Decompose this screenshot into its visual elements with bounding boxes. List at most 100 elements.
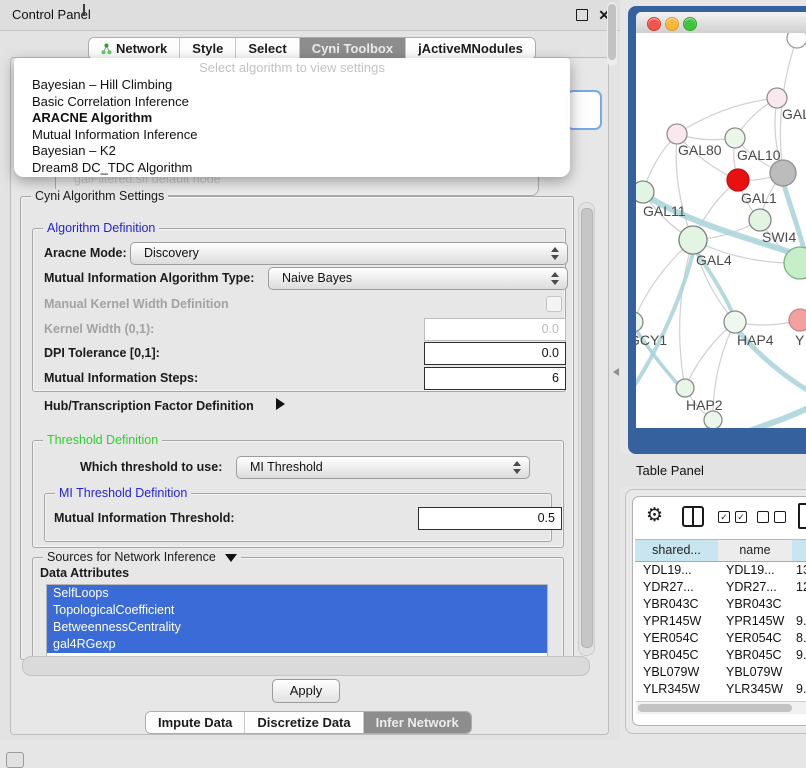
table-row[interactable]: YDL19...YDL19...13	[635, 562, 806, 579]
settings-scrollbar[interactable]	[578, 202, 595, 656]
mac-minimize-button[interactable]	[665, 17, 679, 31]
tab-network[interactable]: Network	[89, 38, 180, 59]
algorithm-options-list: Bayesian – Hill ClimbingBasic Correlatio…	[18, 77, 566, 176]
kernel-width-field[interactable]: 0.0	[424, 318, 566, 341]
table-cell: YBR043C	[726, 596, 792, 613]
network-window-titlebar[interactable]	[636, 12, 806, 34]
mac-close-button[interactable]	[647, 17, 661, 31]
node-label-gal80: GAL80	[678, 142, 722, 158]
attributes-scrollbar-thumb[interactable]	[608, 4, 616, 60]
partial-corner-button[interactable]	[6, 752, 24, 768]
tab-label: Infer Network	[376, 715, 459, 730]
table-row[interactable]: YBR045CYBR045C9.	[635, 647, 806, 664]
tab-discretize-data[interactable]: Discretize Data	[245, 712, 363, 733]
combo-arrows-icon	[513, 460, 521, 475]
table-cell: YDR27...	[643, 579, 715, 596]
table-scrollbar-thumb[interactable]	[638, 704, 792, 712]
attribute-item-topologicalcoefficient[interactable]: TopologicalCoefficient	[47, 602, 547, 619]
mi-threshold-field[interactable]: 0.5	[418, 507, 562, 530]
tab-label: jActiveMNodules	[418, 41, 523, 56]
aracne-mode-combo[interactable]: Discovery	[130, 242, 568, 265]
node-gal[interactable]	[767, 88, 787, 108]
node-swi4[interactable]	[749, 209, 771, 231]
algorithm-option-mutual-information-inference[interactable]: Mutual Information Inference	[18, 127, 566, 144]
tab-infer-network[interactable]: Infer Network	[364, 712, 471, 733]
sources-group-title: Sources for Network Inference	[43, 550, 241, 564]
sources-title-text: Sources for Network Inference	[47, 550, 216, 564]
attribute-item-gal4rgexp[interactable]: gal4RGexp	[47, 636, 547, 653]
document-icon[interactable]	[798, 503, 806, 529]
node-gcy1[interactable]	[636, 312, 643, 332]
control-panel-tabs: Network StyleSelect Cyni Toolbox jActiveMNo…	[88, 37, 536, 60]
node-hap4[interactable]	[724, 311, 746, 333]
table-cell: YPR145W	[726, 613, 792, 630]
apply-button[interactable]: Apply	[272, 679, 340, 703]
select-all-checkboxes-icon[interactable]: ✓ ✓	[718, 511, 747, 523]
inference-algorithm-combo-fragment[interactable]	[566, 90, 602, 130]
tab-style[interactable]: Style	[180, 38, 236, 59]
mi-type-combo[interactable]: Naive Bayes	[268, 267, 568, 290]
algorithm-option-bayesian-k2[interactable]: Bayesian – K2	[18, 143, 566, 160]
node-y[interactable]	[789, 309, 806, 331]
mi-steps-field[interactable]: 6	[424, 367, 566, 390]
node-gray[interactable]	[770, 160, 796, 186]
sources-collapse-arrow-icon[interactable]	[225, 554, 237, 562]
table-cell: YBR045C	[726, 647, 792, 664]
deselect-all-checkboxes-icon[interactable]	[757, 511, 786, 523]
algorithm-option-dream8-dc-tdc-algorithm[interactable]: Dream8 DC_TDC Algorithm	[18, 160, 566, 177]
table-cell: YDL19...	[726, 562, 792, 579]
node-hap2[interactable]	[676, 379, 694, 397]
data-attributes-list[interactable]: SelfLoopsTopologicalCoefficientBetweenne…	[46, 584, 548, 658]
float-window-icon[interactable]	[576, 9, 588, 21]
node-n0[interactable]	[787, 33, 806, 48]
tab-label: Cyni Toolbox	[312, 41, 393, 56]
tab-label: Network	[116, 41, 167, 56]
columns-icon[interactable]	[682, 506, 704, 527]
tab-cyni-toolbox[interactable]: Cyni Toolbox	[300, 38, 406, 59]
network-canvas[interactable]: GALGAL80GAL10GAL1SWI4GAL11GAL4GCY1HAP4YH…	[636, 33, 806, 428]
tab-impute-data[interactable]: Impute Data	[146, 712, 245, 733]
table-cell: YLR345W	[643, 681, 715, 698]
gear-icon[interactable]: ⚙	[646, 504, 663, 526]
tab-jactivemnodules[interactable]: jActiveMNodules	[406, 38, 535, 59]
table-cell: 9.	[796, 647, 806, 664]
node-gal80[interactable]	[667, 124, 687, 144]
attributes-scrollbar[interactable]	[607, 2, 617, 66]
column-header-clipped[interactable]	[792, 539, 806, 562]
algorithm-option-bayesian-hill-climbing[interactable]: Bayesian – Hill Climbing	[18, 77, 566, 94]
table-cell: YBR043C	[643, 596, 715, 613]
hub-expand-arrow-icon[interactable]	[276, 398, 285, 410]
algorithm-option-aracne-algorithm[interactable]: ARACNE Algorithm	[18, 110, 566, 127]
panel-collapse-arrow-icon[interactable]	[613, 368, 619, 376]
table-horizontal-scrollbar[interactable]	[636, 701, 806, 714]
table-cell: 9.	[796, 681, 806, 698]
kernel-width-label: Kernel Width (0,1):	[44, 322, 154, 336]
algorithm-option-basic-correlation-inference[interactable]: Basic Correlation Inference	[18, 94, 566, 111]
attribute-item-betweennesscentrality[interactable]: BetweennessCentrality	[47, 619, 547, 636]
node-n14[interactable]	[704, 411, 722, 428]
which-threshold-combo[interactable]: MI Threshold	[236, 456, 530, 479]
node-gal11[interactable]	[636, 181, 654, 203]
tab-select[interactable]: Select	[236, 38, 299, 59]
table-row[interactable]: YER054CYER054C8.	[635, 630, 806, 647]
mi-steps-label: Mutual Information Steps:	[44, 371, 198, 385]
hub-definition-label: Hub/Transcription Factor Definition	[44, 399, 254, 413]
mac-zoom-button[interactable]	[683, 17, 697, 31]
column-header-shared[interactable]: shared...	[635, 539, 719, 562]
dpi-tolerance-field[interactable]: 0.0	[424, 342, 566, 365]
manual-kernel-checkbox[interactable]	[546, 296, 562, 312]
settings-scrollbar-thumb[interactable]	[581, 208, 593, 648]
table-row[interactable]: YLR345WYLR345W9.	[635, 681, 806, 698]
table-row[interactable]: YBR043C YBR043C	[635, 596, 806, 613]
table-row[interactable]: YDR27...YDR27...12	[635, 579, 806, 596]
node-gal1[interactable]	[727, 169, 749, 191]
table-row[interactable]: YBL079WYBL079W	[635, 664, 806, 681]
node-label-hap2: HAP2	[686, 397, 723, 413]
manual-kernel-label: Manual Kernel Width Definition	[44, 297, 229, 311]
table-row[interactable]: YPR145WYPR145W9.	[635, 613, 806, 630]
node-gal10[interactable]	[725, 128, 745, 148]
node-gal4[interactable]	[679, 226, 707, 254]
node-label-hap4: HAP4	[737, 332, 774, 348]
attribute-item-selfloops[interactable]: SelfLoops	[47, 585, 547, 602]
column-header-name[interactable]: name	[718, 539, 793, 562]
